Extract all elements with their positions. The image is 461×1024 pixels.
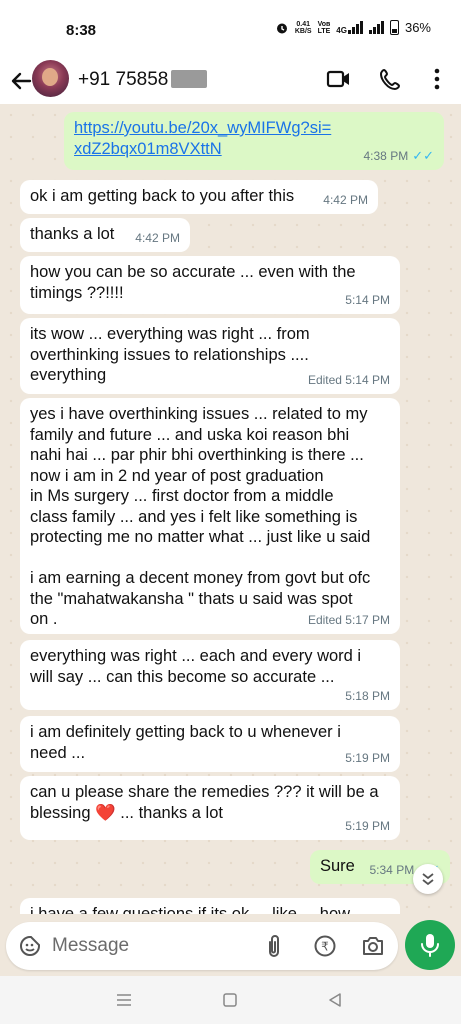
signal-4g: 4G <box>336 21 363 35</box>
message-text: can u please share the remedies ??? it w… <box>30 783 379 822</box>
message-text: how you can be so accurate ... even with… <box>30 263 356 302</box>
double-check-read-icon: ✓✓ <box>412 147 434 163</box>
recents-icon[interactable] <box>114 990 134 1010</box>
mic-icon <box>421 934 439 957</box>
message-meta: Edited 5:14 PM <box>307 372 390 387</box>
scroll-to-bottom-button[interactable] <box>413 864 443 894</box>
message-incoming[interactable]: its wow ... everything was right ... fro… <box>20 318 400 394</box>
message-incoming[interactable]: yes i have overthinking issues ... relat… <box>20 398 400 634</box>
back-nav-icon[interactable] <box>325 990 345 1010</box>
message-placeholder: Message <box>52 935 130 956</box>
contact-name[interactable]: +91 75858 <box>78 69 168 91</box>
chat-header: +91 75858 <box>0 60 461 104</box>
alarm-icon <box>276 23 287 33</box>
more-vert-icon[interactable] <box>422 64 452 94</box>
battery-icon <box>389 20 399 35</box>
redacted-number <box>171 70 207 88</box>
message-meta: 4:42 PM <box>135 230 180 245</box>
message-outgoing[interactable]: https://youtu.be/20x_wyMIFWg?si= xdZ2bqx… <box>64 112 444 170</box>
video-call-icon[interactable] <box>324 64 354 94</box>
message-incoming[interactable]: i am definitely getting back to u whenev… <box>20 716 400 772</box>
chat-area[interactable]: https://youtu.be/20x_wyMIFWg?si= xdZ2bqx… <box>0 104 461 914</box>
message-incoming[interactable]: ok i am getting back to you after this 4… <box>20 180 378 214</box>
attach-icon[interactable] <box>262 934 286 958</box>
message-meta: 4:38 PM ✓✓ <box>363 147 435 163</box>
message-incoming[interactable]: how you can be so accurate ... even with… <box>20 256 400 314</box>
mic-button[interactable] <box>405 920 455 970</box>
avatar[interactable] <box>32 60 69 97</box>
message-meta: 5:18 PM <box>345 688 390 703</box>
message-meta: Edited 5:17 PM <box>307 612 390 627</box>
message-incoming[interactable]: i have a few questions if its ok ... lik… <box>20 898 400 914</box>
message-input[interactable]: Message ₹ <box>6 922 398 970</box>
net-speed: 0.41 KB/S <box>294 20 312 35</box>
battery-level: 36% <box>404 20 431 35</box>
signal-bars-icon <box>347 21 363 34</box>
camera-icon[interactable] <box>361 934 385 958</box>
message-text: i have a few questions if its ok ... lik… <box>30 905 351 914</box>
double-chevron-down-icon <box>422 873 434 886</box>
red-heart-emoji-icon: ❤️ <box>95 803 116 822</box>
message-incoming[interactable]: thanks a lot 4:42 PM <box>20 218 190 252</box>
status-time: 8:38 <box>66 22 97 39</box>
status-icons: 0.41 KB/S Voʙ LTE 4G 36% <box>275 20 431 35</box>
message-meta: 5:19 PM <box>345 750 390 765</box>
volte-indicator: Voʙ LTE <box>317 20 331 35</box>
message-incoming[interactable]: can u please share the remedies ??? it w… <box>20 776 400 840</box>
emoji-sticker-icon[interactable] <box>18 934 42 958</box>
phone-icon[interactable] <box>376 64 406 94</box>
system-nav-bar <box>0 976 461 1024</box>
message-meta: 5:14 PM <box>345 292 390 307</box>
signal-bars-icon-2 <box>368 21 384 34</box>
rupee-payment-icon[interactable]: ₹ <box>313 934 337 958</box>
message-text: yes i have overthinking issues ... relat… <box>30 405 371 628</box>
message-meta: 4:42 PM <box>323 192 368 207</box>
home-icon[interactable] <box>220 990 240 1010</box>
composer-bar: Message ₹ <box>0 914 461 976</box>
message-text: everything was right ... each and every … <box>30 647 362 686</box>
message-meta: 5:19 PM <box>345 818 390 833</box>
message-text: i am definitely getting back to u whenev… <box>30 723 341 762</box>
svg-text:₹: ₹ <box>321 940 329 954</box>
message-text: ok i am getting back to you after this <box>30 187 295 205</box>
message-incoming[interactable]: everything was right ... each and every … <box>20 640 400 710</box>
status-bar: 8:38 0.41 KB/S Voʙ LTE 4G 36% <box>0 0 461 60</box>
